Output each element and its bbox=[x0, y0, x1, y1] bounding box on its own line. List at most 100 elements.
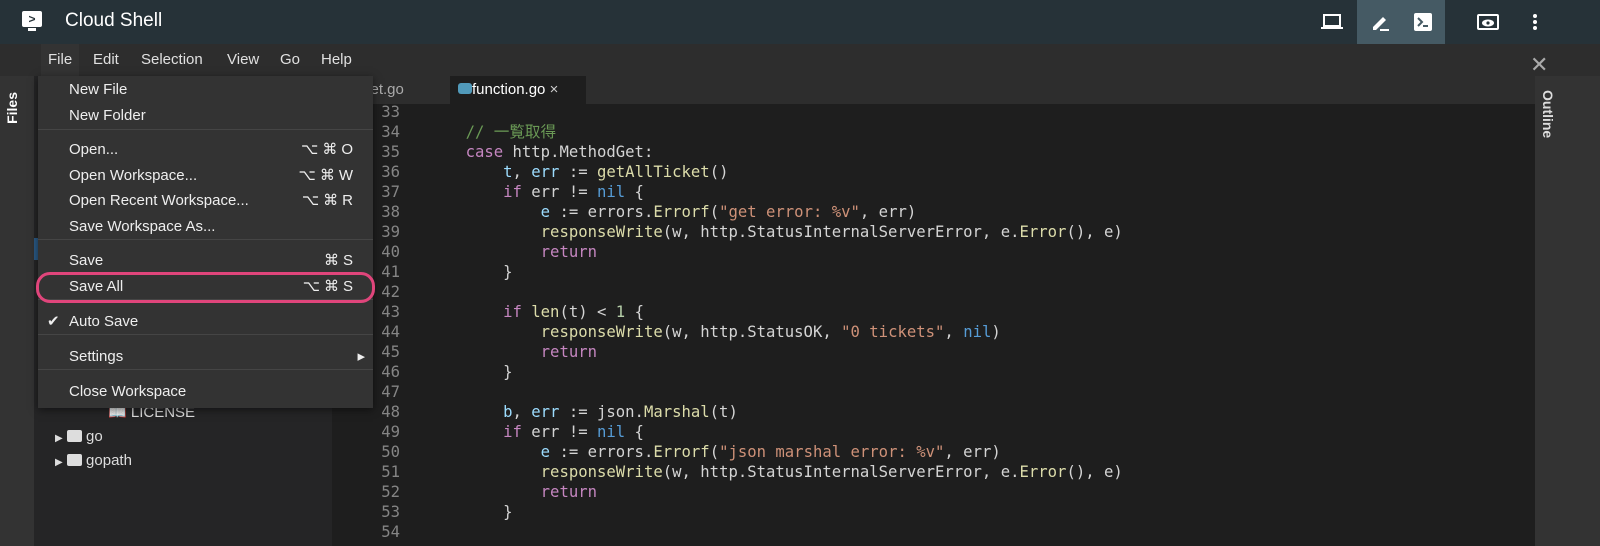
chevron-right-icon: ▶ bbox=[55, 457, 63, 468]
logo-stand bbox=[28, 28, 36, 31]
folder-icon bbox=[66, 454, 82, 466]
terminal-icon[interactable] bbox=[1411, 10, 1435, 34]
code-token: { bbox=[625, 423, 644, 441]
code-token: // 一覧取得 bbox=[465, 123, 557, 141]
code-token: , bbox=[944, 323, 964, 341]
outline-panel-toggle[interactable]: Outline bbox=[1540, 90, 1556, 138]
code-line: 39 responseWrite(w, http.StatusInternalS… bbox=[332, 222, 1522, 242]
laptop-icon[interactable] bbox=[1320, 10, 1344, 34]
close-panel-icon[interactable]: ✕ bbox=[1530, 52, 1548, 78]
menu-selection[interactable]: Selection bbox=[134, 44, 210, 76]
menu-item-label: Auto Save bbox=[69, 313, 139, 330]
tree-folder-go[interactable]: ▶ go bbox=[55, 425, 103, 449]
line-code: if len(t) < 1 { bbox=[400, 302, 644, 322]
line-code: return bbox=[400, 482, 597, 502]
menu-file[interactable]: File bbox=[41, 44, 80, 76]
menu-item-shortcut: ⌥⌘S bbox=[302, 278, 357, 295]
code-token: := errors. bbox=[550, 443, 654, 461]
code-token: t bbox=[503, 163, 513, 181]
menu-separator bbox=[38, 129, 373, 130]
menu-help[interactable]: Help bbox=[314, 44, 359, 76]
code-token: { bbox=[625, 183, 644, 201]
menu-item-settings[interactable]: Settings ▸ bbox=[38, 345, 373, 369]
code-token: case bbox=[465, 143, 504, 161]
menu-item-close-workspace[interactable]: Close Workspace bbox=[38, 380, 373, 404]
code-token: ) bbox=[991, 323, 1001, 341]
file-menu-dropdown: New File New Folder Open... ⌥⌘O Open Workspa… bbox=[38, 76, 373, 408]
code-token: Errorf bbox=[653, 203, 710, 221]
menu-item-open[interactable]: Open... ⌥⌘O bbox=[38, 138, 373, 162]
menu-item-label: Settings bbox=[69, 348, 124, 365]
code-line: 37 if err != nil { bbox=[332, 182, 1522, 202]
code-token: responseWrite bbox=[540, 223, 663, 241]
code-token: len bbox=[531, 303, 560, 321]
line-code: e := errors.Errorf("get error: %v", err) bbox=[400, 202, 917, 222]
menu-item-save[interactable]: Save ⌘S bbox=[38, 249, 373, 273]
files-panel-toggle[interactable]: Files bbox=[4, 92, 20, 124]
menu-edit[interactable]: Edit bbox=[86, 44, 126, 76]
line-number: 50 bbox=[381, 443, 400, 461]
tab-function-go[interactable]: function.go × bbox=[450, 76, 586, 104]
code-line: 36 t, err := getAllTicket() bbox=[332, 162, 1522, 182]
code-editor[interactable]: 33 34 // 一覧取得 35 case http.MethodGet: 36 t,… bbox=[332, 102, 1522, 542]
code-token: , bbox=[512, 403, 532, 421]
code-token: http.MethodGet: bbox=[503, 143, 654, 161]
menu-separator bbox=[38, 369, 373, 370]
menu-item-auto-save[interactable]: ✔ Auto Save bbox=[38, 310, 373, 334]
code-token: (), e) bbox=[1066, 223, 1123, 241]
code-token: "get error: %v" bbox=[719, 203, 860, 221]
code-line: 42 bbox=[332, 282, 1522, 302]
code-token: err != bbox=[521, 183, 597, 201]
menu-item-shortcut: ⌥⌘O bbox=[301, 141, 357, 158]
code-line: 35 case http.MethodGet: bbox=[332, 142, 1522, 162]
menu-item-new-file[interactable]: New File bbox=[38, 78, 373, 102]
code-token: nil bbox=[963, 323, 992, 341]
code-token: { bbox=[625, 303, 644, 321]
app-title: Cloud Shell bbox=[65, 10, 163, 31]
code-token: err bbox=[531, 163, 560, 181]
line-number: 51 bbox=[381, 463, 400, 481]
code-token: := json. bbox=[559, 403, 644, 421]
code-token: responseWrite bbox=[540, 323, 663, 341]
code-token: responseWrite bbox=[540, 463, 663, 481]
menu-go[interactable]: Go bbox=[273, 44, 307, 76]
submenu-arrow-icon: ▸ bbox=[357, 348, 369, 365]
menu-separator bbox=[38, 299, 373, 300]
menu-item-label: Open... bbox=[69, 141, 119, 158]
menu-view[interactable]: View bbox=[220, 44, 266, 76]
close-tab-icon[interactable]: × bbox=[550, 81, 559, 98]
code-token: , bbox=[512, 163, 532, 181]
code-token: () bbox=[709, 163, 729, 181]
line-code: if err != nil { bbox=[400, 422, 644, 442]
menu-item-label: Save All bbox=[69, 278, 124, 295]
code-line: 50 e := errors.Errorf("json marshal erro… bbox=[332, 442, 1522, 462]
code-token: (w, http.StatusInternalServerError, e. bbox=[662, 223, 1020, 241]
line-code: } bbox=[400, 502, 512, 522]
pencil-icon[interactable] bbox=[1368, 10, 1392, 34]
web-preview-icon[interactable] bbox=[1476, 10, 1500, 34]
line-code: responseWrite(w, http.StatusInternalServ… bbox=[400, 462, 1123, 482]
menu-item-open-recent-workspace[interactable]: Open Recent Workspace... ⌥⌘R bbox=[38, 189, 373, 213]
menu-item-open-workspace[interactable]: Open Workspace... ⌥⌘W bbox=[38, 164, 373, 188]
line-code: } bbox=[400, 362, 512, 382]
menu-item-new-folder[interactable]: New Folder bbox=[38, 104, 373, 128]
code-token: "json marshal error: %v" bbox=[719, 443, 945, 461]
code-token: return bbox=[540, 483, 598, 501]
line-code: } bbox=[400, 262, 512, 282]
more-options-icon[interactable] bbox=[1523, 10, 1547, 34]
tree-folder-gopath[interactable]: ▶ gopath bbox=[55, 449, 132, 473]
line-code: case http.MethodGet: bbox=[400, 142, 654, 162]
line-code: // 一覧取得 bbox=[400, 122, 557, 142]
menu-item-save-all[interactable]: Save All ⌥⌘S bbox=[38, 275, 373, 299]
menu-item-save-workspace-as[interactable]: Save Workspace As... bbox=[38, 215, 373, 239]
menu-separator bbox=[38, 334, 373, 335]
tab-label: function.go bbox=[472, 81, 546, 98]
